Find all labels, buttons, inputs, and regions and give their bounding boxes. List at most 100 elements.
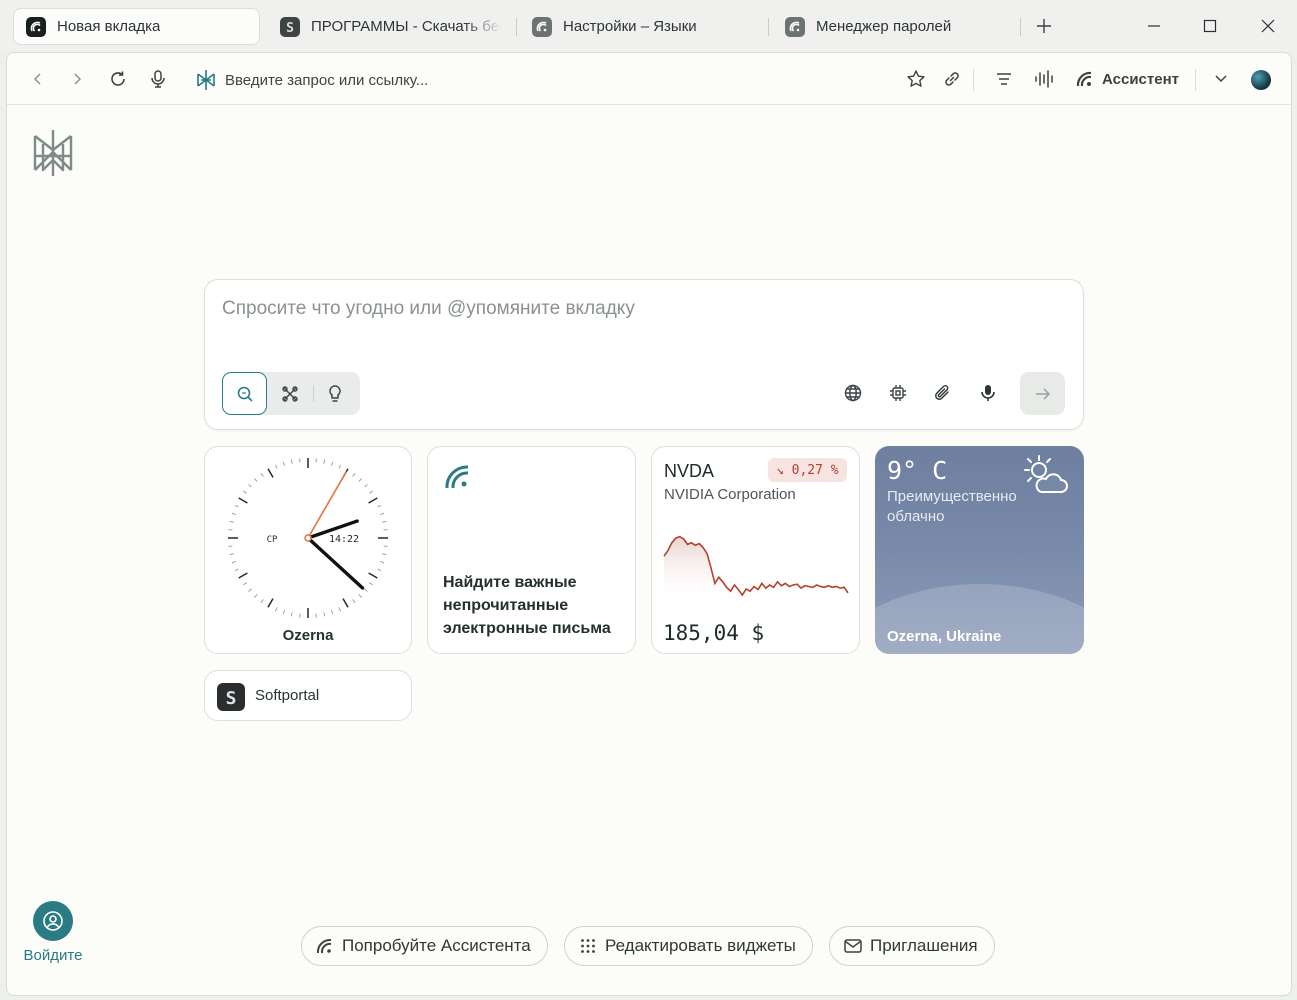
back-button[interactable] — [25, 66, 51, 92]
stock-area — [664, 536, 848, 605]
assistant-label: Ассистент — [1102, 70, 1179, 88]
clock-hour-tick — [368, 497, 378, 504]
model-select-button[interactable] — [885, 380, 911, 406]
address-bar[interactable]: Введите запрос или ссылку... — [195, 67, 428, 93]
clock-minute-tick — [382, 520, 387, 523]
try-assistant-button[interactable]: Попробуйте Ассистента — [301, 926, 548, 966]
tab-bar: Новая вкладка S ПРОГРАММЫ - Скачать бес … — [0, 0, 1297, 52]
chevron-left-icon — [33, 73, 41, 85]
toolbar: Введите запрос или ссылку... Ассистент — [7, 53, 1291, 105]
tab-label: Менеджер паролей — [816, 18, 952, 35]
forward-button[interactable] — [64, 66, 90, 92]
shortcut-softportal[interactable]: S Softportal — [204, 670, 412, 721]
login-button[interactable]: Войдите — [19, 901, 87, 964]
attach-button[interactable] — [930, 380, 956, 406]
voice-search-button[interactable] — [145, 66, 171, 92]
audio-button[interactable] — [1031, 66, 1057, 92]
browser-window: Введите запрос или ссылку... Ассистент С… — [6, 52, 1292, 996]
login-label: Войдите — [23, 947, 83, 964]
clock-minute-tick — [231, 561, 236, 564]
clock-widget[interactable]: СР 14:22 Ozerna — [204, 446, 412, 654]
mode-search-button[interactable] — [222, 372, 267, 415]
clock-minute-tick — [338, 464, 341, 469]
invites-button[interactable]: Приглашения — [829, 926, 995, 966]
tab-divider — [768, 18, 769, 36]
clock-minute-tick — [231, 512, 236, 515]
mail-suggestion-text: Найдите важные непрочитанные электронные… — [443, 574, 611, 637]
clock-minute-tick — [369, 582, 374, 586]
clock-minute-tick — [352, 472, 356, 477]
dictate-button[interactable] — [975, 380, 1001, 406]
clock-minute-tick — [229, 520, 234, 523]
clock-minute-tick — [338, 607, 341, 612]
assistant-button[interactable]: Ассистент — [1075, 66, 1179, 92]
clock-hour-tick — [238, 497, 248, 504]
clock-minute-tick — [364, 484, 368, 488]
mode-labs-button[interactable] — [312, 372, 357, 415]
clock-center — [304, 534, 312, 542]
address-input[interactable]: Введите запрос или ссылку... — [225, 72, 428, 89]
microphone-icon — [151, 70, 165, 88]
stock-widget[interactable]: NVDA ↘ 0,27 % NVIDIA Corporation 185,04 … — [651, 446, 860, 654]
clock-minute-tick — [234, 568, 239, 571]
stock-change-badge: ↘ 0,27 % — [768, 458, 847, 482]
clock-minute-tick — [242, 582, 247, 586]
tab-softportal[interactable]: S ПРОГРАММЫ - Скачать бес — [280, 8, 502, 45]
clock-day: СР — [267, 535, 278, 545]
clock-minute-tick — [331, 610, 334, 615]
svg-text:S: S — [226, 688, 237, 707]
try-assistant-label: Попробуйте Ассистента — [342, 936, 531, 955]
tab-password-manager[interactable]: Менеджер паролей — [785, 8, 1010, 45]
clock-minute-tick — [248, 484, 252, 488]
weather-temperature: 9° C — [887, 456, 948, 485]
perplexity-logo-icon — [33, 130, 73, 176]
reload-button[interactable] — [105, 66, 131, 92]
bookmark-button[interactable] — [903, 66, 929, 92]
clock-minute-tick — [275, 464, 278, 469]
star-icon — [907, 70, 925, 87]
mode-research-button[interactable] — [267, 372, 312, 415]
clock-hour-tick — [368, 572, 378, 579]
grid-dots-icon — [579, 937, 597, 955]
minimize-button[interactable] — [1140, 12, 1168, 40]
tab-label: Настройки – Языки — [563, 18, 697, 35]
weather-city: Ozerna, Ukraine — [887, 628, 1002, 645]
new-tab-button[interactable] — [1030, 12, 1058, 40]
copy-link-button[interactable] — [939, 66, 965, 92]
ask-input[interactable]: Спросите что угодно или @упомяните вклад… — [222, 298, 635, 320]
clock-minute-tick — [275, 607, 278, 612]
clock-hour-tick — [342, 598, 349, 608]
reader-mode-button[interactable] — [991, 66, 1017, 92]
globe-icon — [844, 384, 862, 402]
paperclip-icon — [935, 385, 949, 400]
edit-widgets-label: Редактировать виджеты — [605, 936, 796, 955]
maximize-button[interactable] — [1196, 12, 1224, 40]
lightbulb-icon — [328, 384, 341, 402]
clock-minute-hand — [306, 536, 365, 590]
mail-suggestion-widget[interactable]: Найдите важные непрочитанные электронные… — [427, 446, 636, 654]
submit-button[interactable] — [1020, 372, 1065, 415]
plus-icon — [1037, 19, 1051, 33]
clock-minute-tick — [358, 594, 362, 598]
assistant-logo-icon — [532, 16, 552, 37]
clock-minute-tick — [260, 599, 264, 604]
edit-widgets-button[interactable]: Редактировать виджеты — [564, 926, 813, 966]
clock-minute-tick — [380, 512, 385, 515]
close-window-button[interactable] — [1254, 12, 1282, 40]
profile-avatar[interactable] — [1251, 70, 1271, 90]
ask-box: Спросите что угодно или @упомяните вклад… — [204, 279, 1084, 430]
source-web-button[interactable] — [840, 380, 866, 406]
tab-new-tab[interactable]: Новая вкладка — [13, 8, 260, 45]
weather-widget[interactable]: 9° C Преимущественно облачно Ozerna, Ukr… — [875, 446, 1084, 654]
clock-minute-tick — [282, 461, 285, 466]
tab-settings-languages[interactable]: Настройки – Языки — [532, 8, 757, 45]
stock-symbol: NVDA — [664, 461, 715, 481]
clock-minute-tick — [229, 553, 234, 556]
svg-text:S: S — [286, 21, 294, 34]
waveform-icon — [1035, 70, 1053, 88]
clock-digital-time: 14:22 — [329, 534, 359, 545]
shortcut-label: Softportal — [255, 687, 320, 704]
menu-dropdown-button[interactable] — [1208, 66, 1234, 92]
assistant-logo-icon — [26, 16, 46, 37]
tab-divider — [516, 18, 517, 36]
